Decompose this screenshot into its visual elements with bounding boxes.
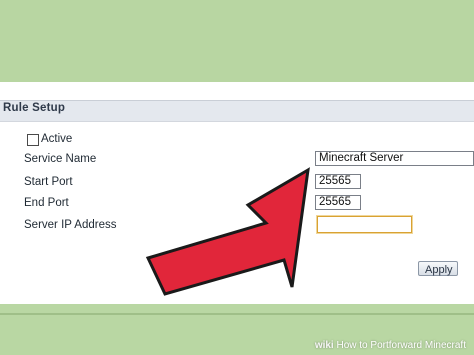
top-background — [0, 0, 474, 82]
active-label: Active — [41, 133, 73, 145]
service-name-input[interactable] — [315, 151, 474, 166]
server-ip-label: Server IP Address — [24, 219, 117, 231]
divider-line — [0, 313, 474, 315]
watermark-text: How to Portforward Minecraft — [336, 340, 467, 351]
active-checkbox[interactable] — [27, 134, 39, 146]
rule-setup-panel: Rule Setup Active Service Name Start Por… — [0, 82, 474, 304]
apply-button[interactable]: Apply — [418, 261, 458, 276]
server-ip-input[interactable] — [317, 216, 412, 233]
start-port-label: Start Port — [24, 176, 73, 188]
panel-header: Rule Setup — [0, 100, 474, 122]
service-name-label: Service Name — [24, 153, 97, 165]
end-port-input[interactable] — [315, 195, 361, 210]
start-port-input[interactable] — [315, 174, 361, 189]
panel-title: Rule Setup — [3, 102, 66, 114]
watermark: wiki How to Portforward Minecraft — [315, 340, 466, 351]
end-port-label: End Port — [24, 197, 69, 209]
watermark-brand: wiki — [314, 340, 334, 351]
